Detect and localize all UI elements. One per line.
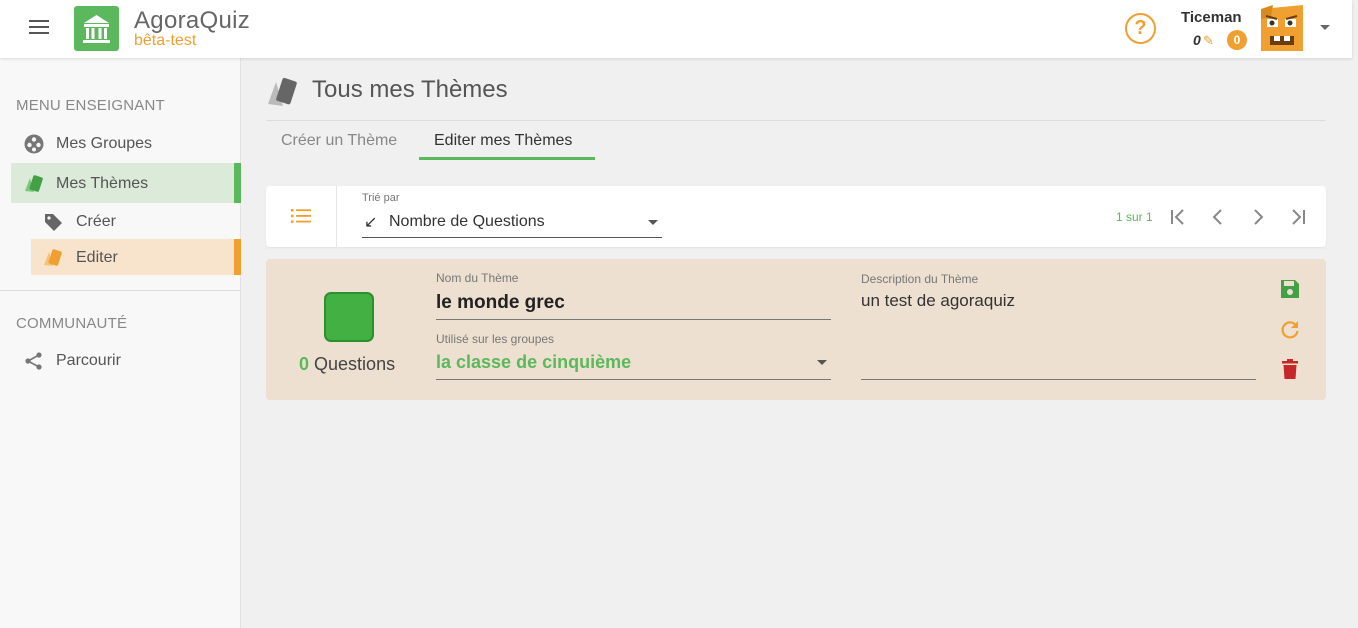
chevron-down-icon (648, 220, 658, 225)
delete-icon[interactable] (1279, 358, 1301, 380)
theme-name-input[interactable]: le monde grec (436, 290, 831, 320)
chevron-down-icon (817, 360, 827, 365)
active-tab-indicator (419, 157, 595, 160)
sidebar-item-label: Créer (76, 213, 117, 230)
sidebar-item-label: Mes Thèmes (56, 175, 149, 192)
groups-select[interactable]: la classe de cinquième (436, 350, 831, 380)
page-info: 1 sur 1 (1116, 210, 1153, 224)
sidebar-item-editer[interactable]: Editer (31, 239, 241, 275)
help-icon[interactable]: ? (1125, 13, 1156, 44)
sidebar: MENU ENSEIGNANT Mes Groupes Mes Thèmes C… (0, 58, 241, 628)
sidebar-item-parcourir[interactable]: Parcourir (11, 340, 241, 380)
app-subtitle: bêta-test (134, 32, 197, 49)
divider (336, 186, 337, 247)
theme-card: 0 Questions Nom du Thème le monde grec U… (266, 259, 1326, 400)
groups-value: la classe de cinquième (436, 352, 632, 372)
chevron-down-icon[interactable] (1320, 25, 1330, 30)
sort-direction-icon[interactable]: ↙ (364, 212, 377, 232)
last-page-icon[interactable] (1286, 205, 1310, 229)
cards-icon (25, 175, 43, 192)
temple-icon[interactable] (74, 6, 119, 51)
tab-editer-mes-themes[interactable]: Editer mes Thèmes (434, 132, 572, 150)
sidebar-item-label: Mes Groupes (56, 135, 153, 152)
theme-description-input[interactable]: un test de agoraquiz (861, 291, 1256, 380)
teacher-menu-heading: MENU ENSEIGNANT (16, 97, 165, 114)
sidebar-item-label: Parcourir (56, 352, 121, 369)
first-page-icon[interactable] (1166, 205, 1190, 229)
question-count-label: Questions (314, 354, 396, 374)
refresh-icon[interactable] (1279, 318, 1301, 340)
sort-toolbar: Trié par ↙ Nombre de Questions 1 sur 1 (266, 186, 1326, 247)
previous-page-icon[interactable] (1206, 205, 1230, 229)
sidebar-item-mes-themes[interactable]: Mes Thèmes (11, 163, 241, 203)
avatar[interactable] (1257, 3, 1307, 53)
theme-color-swatch[interactable] (324, 292, 374, 342)
question-count-value: 0 (299, 354, 310, 374)
menu-icon[interactable] (29, 20, 49, 36)
points-value: 0 (1193, 32, 1201, 48)
groups-label: Utilisé sur les groupes (436, 332, 555, 346)
page-title: Tous mes Thèmes (312, 76, 508, 103)
question-count: 0 Questions (299, 354, 395, 375)
coin-badge: 0 (1227, 30, 1247, 50)
theme-name-label: Nom du Thème (436, 271, 519, 285)
tag-icon (45, 214, 62, 231)
groups-icon (24, 134, 44, 154)
theme-description-label: Description du Thème (861, 272, 979, 286)
top-app-bar: AgoraQuiz bêta-test ? Ticeman 0 ✎ 0 (0, 0, 1352, 58)
community-heading: COMMUNAUTÉ (16, 315, 128, 332)
username: Ticeman (1181, 9, 1242, 26)
sidebar-item-label: Editer (76, 249, 118, 266)
cards-icon (44, 249, 62, 266)
sort-label: Trié par (362, 192, 400, 204)
app-title: AgoraQuiz (134, 7, 251, 34)
sort-select[interactable]: ↙ Nombre de Questions (362, 210, 662, 238)
list-icon[interactable] (291, 209, 311, 223)
pencil-icon: ✎ (1203, 33, 1214, 48)
cards-icon (268, 77, 297, 106)
tab-creer-un-theme[interactable]: Créer un Thème (281, 132, 397, 150)
save-icon[interactable] (1279, 278, 1301, 300)
sidebar-divider (0, 290, 241, 291)
divider (266, 120, 1326, 121)
next-page-icon[interactable] (1246, 205, 1270, 229)
sort-value: Nombre de Questions (389, 213, 545, 230)
sidebar-item-creer[interactable]: Créer (31, 203, 241, 239)
share-icon (25, 352, 42, 370)
sidebar-item-mes-groupes[interactable]: Mes Groupes (11, 123, 241, 163)
